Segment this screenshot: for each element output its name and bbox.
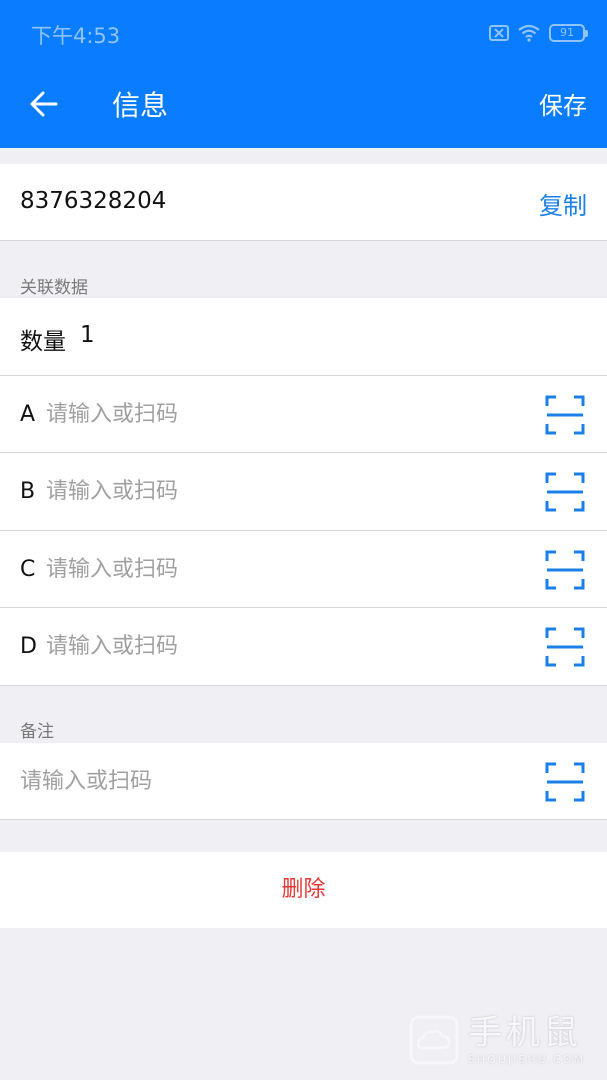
field-key-a: A: [20, 402, 36, 427]
id-row: 8376328204 复制: [0, 164, 607, 241]
scan-icon[interactable]: [545, 472, 585, 512]
page-title: 信息: [112, 89, 169, 122]
status-bar: 下午4:53 91: [0, 0, 607, 66]
app-bar: 下午4:53 91 信息 保存: [0, 0, 607, 148]
field-key-b: B: [20, 479, 36, 504]
scan-icon[interactable]: [545, 395, 585, 435]
notes-section-header: 备注: [20, 722, 54, 742]
save-button[interactable]: 保存: [539, 86, 587, 126]
scan-icon[interactable]: [545, 762, 585, 802]
quantity-label: 数量: [20, 329, 66, 355]
watermark: 手机鼠 SHOUJISHU.COM: [408, 1013, 585, 1066]
field-input-b[interactable]: [46, 471, 506, 511]
scan-icon[interactable]: [545, 627, 585, 667]
field-row-d: D: [0, 608, 607, 686]
field-key-d: D: [20, 634, 37, 659]
battery-icon: 91: [549, 24, 588, 42]
field-key-c: C: [20, 557, 36, 582]
watermark-en: SHOUJISHU.COM: [467, 1053, 585, 1066]
notes-row: [0, 743, 607, 820]
quantity-value: 1: [80, 322, 95, 348]
scan-icon[interactable]: [545, 550, 585, 590]
notes-input[interactable]: [20, 761, 510, 801]
delete-row: 删除: [0, 852, 607, 928]
record-id: 8376328204: [20, 188, 167, 214]
cloud-logo-icon: [409, 1015, 459, 1064]
status-icons: 91: [489, 20, 588, 46]
delete-button[interactable]: 删除: [0, 852, 607, 928]
status-time: 下午4:53: [31, 24, 121, 48]
arrow-left-icon: [30, 91, 58, 117]
wifi-icon: [518, 24, 540, 42]
field-row-c: C: [0, 531, 607, 608]
quantity-row: 数量 1: [0, 298, 607, 376]
field-input-d[interactable]: [46, 626, 506, 666]
sim-off-icon: [489, 25, 509, 41]
watermark-cn: 手机鼠: [467, 1013, 582, 1053]
copy-button[interactable]: 复制: [539, 186, 587, 221]
field-row-a: A: [0, 376, 607, 453]
back-button[interactable]: [20, 80, 68, 128]
field-row-b: B: [0, 453, 607, 531]
toolbar: 信息 保存: [0, 66, 607, 148]
watermark-text: 手机鼠 SHOUJISHU.COM: [468, 1013, 585, 1066]
field-input-a[interactable]: [46, 394, 506, 434]
field-input-c[interactable]: [46, 549, 506, 589]
related-section-header: 关联数据: [20, 278, 88, 298]
